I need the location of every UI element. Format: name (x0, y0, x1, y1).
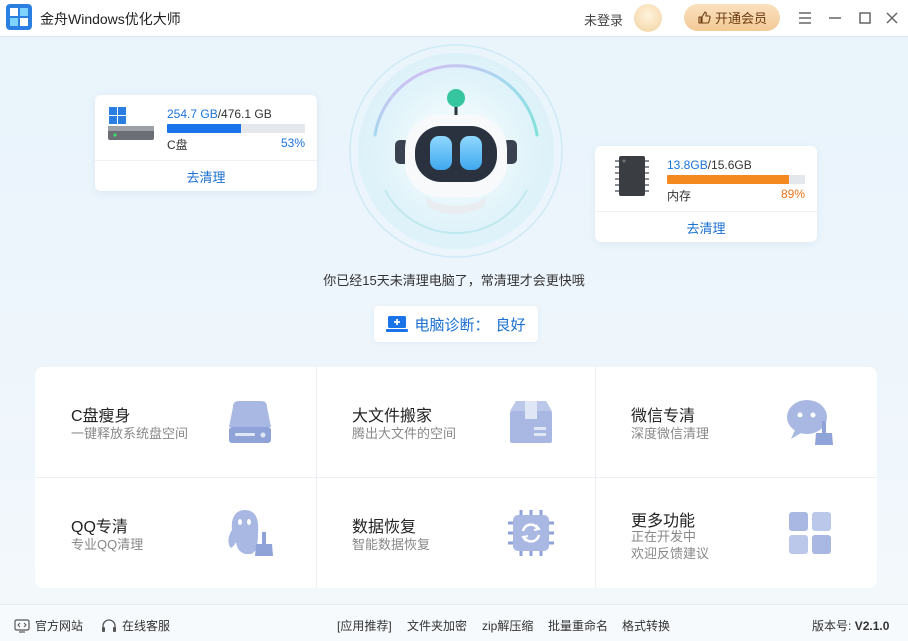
disk-total: /476.1 GB (217, 107, 272, 121)
diagnosis-status: 良好 (495, 316, 526, 334)
vip-button-label: 开通会员 (714, 11, 767, 26)
online-service-label: 在线客服 (122, 619, 171, 633)
memory-percent: 89% (780, 187, 805, 201)
memory-used: 13.8GB (667, 158, 708, 172)
feature-more[interactable]: 更多功能 正在开发中 欢迎反馈建议 (595, 478, 875, 588)
vip-button[interactable]: 开通会员 (684, 4, 780, 31)
memory-card: 13.8GB/15.6GB 内存 89% 去清理 (595, 146, 817, 242)
diagnosis-label: 电脑诊断： (414, 316, 490, 334)
folder-encrypt-link[interactable]: 文件夹加密 (407, 617, 467, 634)
feature-subtitle: 正在开发中 (631, 529, 697, 544)
maximize-icon[interactable] (855, 8, 875, 28)
feature-grid: C盘瘦身 一键释放系统盘空间 大文件搬家 腾出大文件的空间 微信专清 深度微信清… (35, 367, 877, 588)
minimize-icon[interactable] (825, 8, 845, 28)
laptop-medical-icon (386, 316, 409, 332)
app-logo-icon (6, 4, 32, 30)
hard-drive-icon (108, 107, 154, 140)
disk-usage-fill (167, 124, 241, 133)
feature-wechat-clean[interactable]: 微信专清 深度微信清理 (595, 367, 875, 477)
feature-subtitle: 专业QQ清理 (71, 537, 144, 552)
recovery-icon (508, 510, 554, 556)
feature-subtitle: 一键释放系统盘空间 (71, 426, 189, 441)
disk-card: 254.7 GB/476.1 GB C盘 53% 去清理 (95, 95, 317, 191)
memory-usage-bar (667, 175, 805, 184)
cleanup-hint: 你已经15天未清理电脑了，常清理才会更快哦 (323, 273, 585, 288)
qq-clean-icon (228, 510, 273, 556)
feature-title: 微信专清 (631, 408, 696, 425)
disk-usage-bar (167, 124, 305, 133)
feature-subtitle: 腾出大文件的空间 (352, 426, 457, 441)
zip-extract-link[interactable]: zip解压缩 (482, 617, 533, 634)
box-icon (510, 401, 552, 443)
memory-clean-button[interactable]: 去清理 (595, 218, 817, 237)
version-number: V2.1.0 (854, 619, 890, 633)
website-icon (14, 618, 30, 633)
format-convert-link[interactable]: 格式转换 (622, 617, 670, 634)
wechat-clean-icon (787, 400, 833, 445)
close-icon[interactable] (882, 8, 902, 28)
title-separator (0, 36, 908, 37)
card-divider (95, 160, 317, 161)
grid-icon (789, 512, 831, 554)
headset-icon (102, 618, 116, 632)
official-website-label: 官方网站 (35, 619, 84, 633)
robot-mascot-icon (349, 44, 563, 258)
feature-subtitle: 深度微信清理 (631, 426, 710, 441)
feature-c-disk-slim[interactable]: C盘瘦身 一键释放系统盘空间 (35, 367, 315, 477)
feature-title: 大文件搬家 (352, 408, 433, 425)
login-status[interactable]: 未登录 (584, 10, 623, 29)
memory-label: 内存 (667, 189, 692, 203)
memory-usage-fill (667, 175, 790, 184)
version-info: 版本号: V2.1.0 (812, 617, 889, 634)
feature-qq-clean[interactable]: QQ专清 专业QQ清理 (35, 478, 315, 588)
footer: 官方网站 在线客服 [应用推荐] 文件夹加密 zip解压缩 批量重命名 格式转换… (0, 604, 908, 641)
menu-icon[interactable] (795, 8, 815, 28)
app-title: 金舟Windows优化大师 (40, 11, 181, 27)
disk-percent: 53% (280, 136, 305, 150)
official-website-link[interactable]: 官方网站 (14, 617, 83, 634)
feature-large-file-move[interactable]: 大文件搬家 腾出大文件的空间 (316, 367, 596, 477)
title-bar: 金舟Windows优化大师 未登录 开通会员 (0, 0, 908, 36)
memory-chip-icon (615, 156, 649, 196)
feature-title: C盘瘦身 (71, 408, 131, 425)
batch-rename-link[interactable]: 批量重命名 (548, 617, 608, 634)
disk-icon (229, 401, 271, 443)
feature-data-recovery[interactable]: 数据恢复 智能数据恢复 (316, 478, 596, 588)
feature-title: QQ专清 (71, 519, 128, 536)
feature-subtitle-2: 欢迎反馈建议 (631, 546, 710, 561)
card-divider (595, 211, 817, 212)
online-service-link[interactable]: 在线客服 (101, 617, 170, 634)
app-recommend-label: [应用推荐] (337, 619, 392, 633)
disk-label: C盘 (167, 138, 188, 152)
diagnosis-button[interactable]: 电脑诊断： 良好 (374, 306, 538, 342)
feature-subtitle: 智能数据恢复 (352, 537, 431, 552)
feature-title: 数据恢复 (352, 519, 417, 536)
disk-clean-button[interactable]: 去清理 (95, 167, 317, 186)
disk-usage: 254.7 GB/476.1 GB (167, 107, 305, 121)
version-label: 版本号: (812, 619, 852, 633)
memory-usage: 13.8GB/15.6GB (667, 158, 805, 172)
memory-total: /15.6GB (707, 158, 752, 172)
thumb-up-icon (698, 10, 711, 24)
disk-used: 254.7 GB (167, 107, 218, 121)
avatar[interactable] (634, 4, 662, 32)
